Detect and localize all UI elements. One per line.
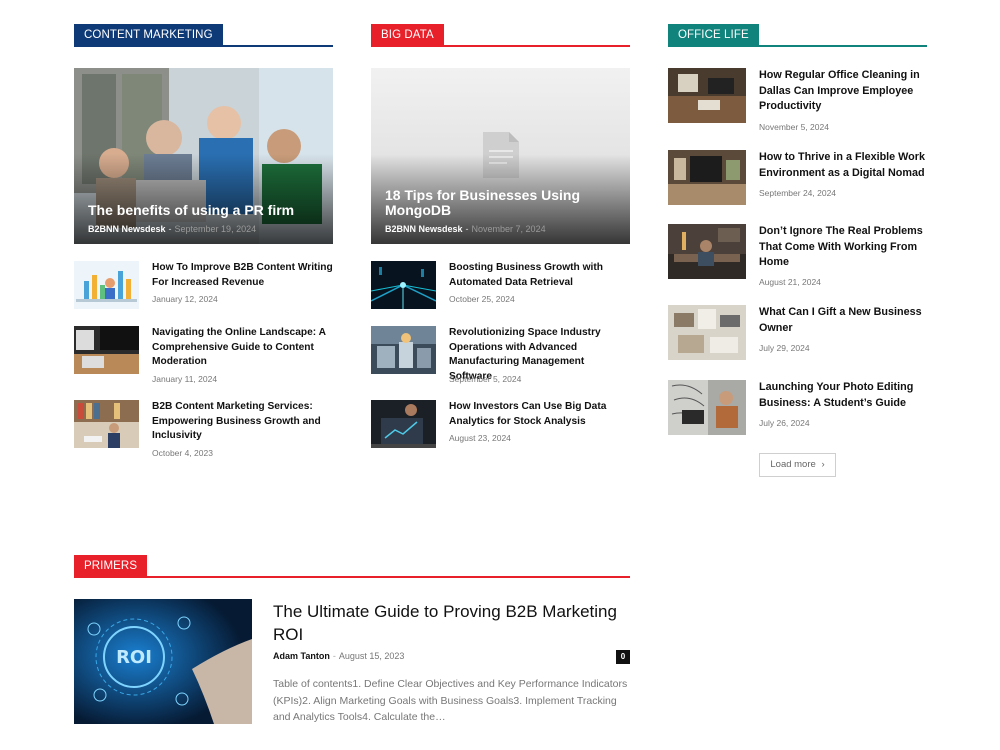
article-title[interactable]: How to Thrive in a Flexible Work Environ… bbox=[759, 150, 927, 181]
hero-title[interactable]: 18 Tips for Businesses Using MongoDB bbox=[385, 188, 616, 218]
section-tag-office-life[interactable]: OFFICE LIFE bbox=[668, 24, 759, 47]
article-thumbnail[interactable] bbox=[668, 305, 746, 360]
article-image[interactable]: ROI bbox=[74, 599, 252, 724]
article-title[interactable]: How Regular Office Cleaning in Dallas Ca… bbox=[759, 68, 927, 115]
big-data-section: BIG DATA 18 Tips for Businesses Using Mo… bbox=[371, 24, 630, 448]
section-header: OFFICE LIFE bbox=[668, 24, 927, 47]
hero-author[interactable]: B2BNN Newsdesk bbox=[385, 224, 463, 234]
section-header: CONTENT MARKETING bbox=[74, 24, 333, 47]
section-header: PRIMERS bbox=[74, 555, 630, 578]
article-date: January 12, 2024 bbox=[152, 294, 218, 304]
article-excerpt: Table of contents1. Define Clear Objecti… bbox=[273, 678, 628, 723]
article-date: October 4, 2023 bbox=[152, 448, 213, 458]
article-thumbnail[interactable] bbox=[668, 150, 746, 205]
hero-article[interactable]: The benefits of using a PR firm B2BNN Ne… bbox=[74, 68, 333, 244]
section-header: BIG DATA bbox=[371, 24, 630, 47]
article-thumbnail[interactable] bbox=[668, 224, 746, 279]
article-title[interactable]: Boosting Business Growth with Automated … bbox=[449, 261, 630, 290]
section-tag-content-marketing[interactable]: CONTENT MARKETING bbox=[74, 24, 223, 47]
article-thumbnail[interactable] bbox=[74, 326, 139, 374]
article-title[interactable]: How Investors Can Use Big Data Analytics… bbox=[449, 400, 630, 429]
article-thumbnail[interactable] bbox=[74, 261, 139, 309]
roi-image-text: ROI bbox=[116, 647, 152, 668]
article-date: August 21, 2024 bbox=[759, 277, 821, 287]
article-meta: Adam Tanton - August 15, 2023 bbox=[273, 651, 404, 661]
hero-title[interactable]: The benefits of using a PR firm bbox=[88, 203, 319, 218]
article-date: July 26, 2024 bbox=[759, 418, 810, 428]
article-date: September 24, 2024 bbox=[759, 188, 837, 198]
article-date: August 15, 2023 bbox=[338, 651, 405, 661]
article-thumbnail[interactable] bbox=[371, 400, 436, 448]
meta-separator: - bbox=[465, 224, 469, 234]
article-thumbnail[interactable] bbox=[668, 68, 746, 123]
section-tag-big-data[interactable]: BIG DATA bbox=[371, 24, 444, 47]
chevron-right-icon: › bbox=[821, 459, 825, 470]
article-date: November 5, 2024 bbox=[759, 122, 829, 132]
article-date: July 29, 2024 bbox=[759, 343, 810, 353]
article-author[interactable]: Adam Tanton bbox=[273, 651, 330, 661]
meta-separator: - bbox=[168, 224, 172, 234]
article-thumbnail[interactable] bbox=[668, 380, 746, 435]
primers-section: PRIMERS ROI The Ultimate Guide to Provin… bbox=[74, 555, 630, 724]
article-title[interactable]: The Ultimate Guide to Proving B2B Market… bbox=[273, 600, 630, 646]
article-title[interactable]: How To Improve B2B Content Writing For I… bbox=[152, 261, 333, 290]
hero-meta: B2BNN Newsdesk - September 19, 2024 bbox=[88, 224, 256, 234]
article-title[interactable]: Launching Your Photo Editing Business: A… bbox=[759, 380, 927, 411]
article-thumbnail[interactable] bbox=[74, 400, 139, 448]
article-title[interactable]: Don’t Ignore The Real Problems That Come… bbox=[759, 224, 927, 271]
article-title[interactable]: What Can I Gift a New Business Owner bbox=[759, 305, 927, 336]
hero-article[interactable]: 18 Tips for Businesses Using MongoDB B2B… bbox=[371, 68, 630, 244]
article-date: August 23, 2024 bbox=[449, 433, 511, 443]
comment-count-badge[interactable]: 0 bbox=[616, 650, 630, 664]
content-marketing-section: CONTENT MARKETING The benefits of using … bbox=[74, 24, 333, 458]
hero-date: September 19, 2024 bbox=[174, 224, 257, 234]
article-title[interactable]: Navigating the Online Landscape: A Compr… bbox=[152, 326, 333, 370]
article-date: January 11, 2024 bbox=[152, 374, 218, 384]
article-title[interactable]: B2B Content Marketing Services: Empoweri… bbox=[152, 400, 333, 444]
hero-meta: B2BNN Newsdesk - November 7, 2024 bbox=[385, 224, 546, 234]
office-life-section: OFFICE LIFE How Regular Office Cleaning … bbox=[668, 24, 927, 477]
section-tag-primers[interactable]: PRIMERS bbox=[74, 555, 148, 578]
load-more-button[interactable]: Load more › bbox=[759, 453, 836, 477]
hero-date: November 7, 2024 bbox=[471, 224, 546, 234]
article-date: September 5, 2024 bbox=[449, 374, 522, 384]
hero-author[interactable]: B2BNN Newsdesk bbox=[88, 224, 166, 234]
load-more-label: Load more bbox=[770, 459, 816, 470]
article-thumbnail[interactable] bbox=[371, 326, 436, 374]
article-thumbnail[interactable] bbox=[371, 261, 436, 309]
article-date: October 25, 2024 bbox=[449, 294, 515, 304]
meta-separator: - bbox=[332, 651, 336, 661]
